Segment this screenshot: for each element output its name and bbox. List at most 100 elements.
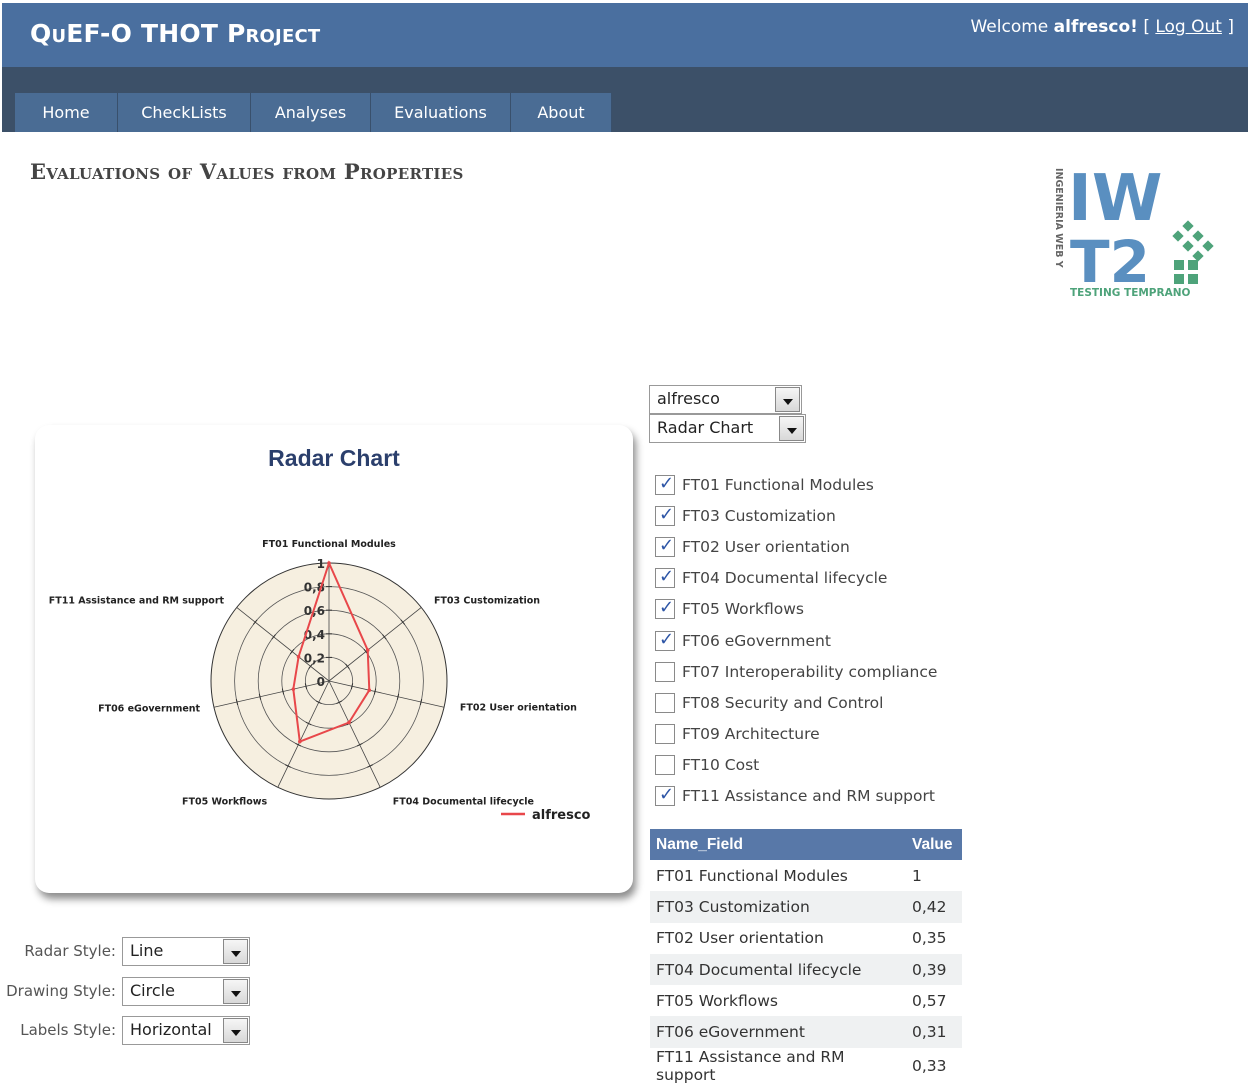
category-label: FT03 Customization [434,596,540,607]
chart-type-select[interactable]: Radar Chart [649,414,806,443]
menu-item-evaluations[interactable]: Evaluations [371,93,511,132]
table-row: FT03 Customization 0,42 [650,891,962,923]
category-label: FT05 Workflows [182,797,268,808]
table-row: FT11 Assistance and RM support 0,33 [650,1047,962,1084]
bracket-open: [ [1143,17,1150,37]
area-style-select[interactable]: Circle [122,976,250,1006]
category-label: FT02 User orientation [460,703,577,714]
series-point [347,720,351,725]
check-row[interactable]: FT07 Interoperability compliance [655,656,937,687]
series-point [296,654,301,659]
check-label: FT01 Functional Modules [682,475,874,494]
welcome-message: Welcome alfresco! [ Log Out ] [970,17,1234,37]
chevron-down-icon[interactable] [223,978,248,1004]
chevron-down-icon[interactable] [223,1017,248,1043]
radial-tick-label: 0,2 [304,651,325,665]
menu-item-about[interactable]: About [511,93,612,132]
check-row[interactable]: FT09 Architecture [655,719,937,750]
checkbox[interactable] [655,473,675,495]
logo-diamond-icon [1172,220,1214,284]
check-row[interactable]: FT10 Cost [655,750,937,781]
category-label: FT01 Functional Modules [262,539,396,550]
menu-item-checklists[interactable]: CheckLists [118,93,251,132]
category-label: FT11 Assistance and RM support [49,596,225,607]
area-style-label: Area Drawing Style: [0,982,116,1000]
check-row[interactable]: FT04 Documental lifecycle [655,563,937,594]
chevron-down-icon[interactable] [223,938,248,964]
chevron-down-icon[interactable] [779,416,804,441]
menu-bar: Home CheckLists Analyses Evaluations Abo… [2,67,1248,132]
check-label: FT10 Cost [682,756,760,775]
series-point [298,739,302,744]
field-checklist: FT01 Functional Modules FT03 Customizati… [655,469,937,812]
cell-value: 0,42 [906,891,962,923]
table-row: FT06 eGovernment 0,31 [650,1016,962,1048]
page-title: Evaluations of Values from Properties [30,159,464,184]
values-table: Name_Field Value FT01 Functional Modules… [650,829,962,1084]
checkbox[interactable] [655,661,675,682]
check-label: FT11 Assistance and RM support [682,787,935,806]
logo-top-letters: IW [1068,164,1162,236]
main-menu: Home CheckLists Analyses Evaluations Abo… [15,93,612,132]
radial-tick-label: 0 [317,675,325,689]
column-header-name[interactable]: Name_Field [650,829,906,860]
series-point [291,687,296,691]
radial-tick-label: 1 [317,557,325,571]
table-row: FT01 Functional Modules 1 [650,860,962,892]
cell-name: FT04 Documental lifecycle [650,953,906,986]
check-row[interactable]: FT11 Assistance and RM support [655,781,937,812]
cell-value: 0,39 [906,953,962,986]
welcome-prefix: Welcome [970,17,1049,37]
labels-style-select[interactable]: Horizontal [122,1015,250,1045]
cell-name: FT06 eGovernment [650,1016,906,1048]
chart-panel: Radar Chart 0 0,2 0,4 0,6 0,8 1 FT01 Functiona… [35,425,633,893]
app-title: QuEF-O THOT Project [30,19,321,48]
check-row[interactable]: FT02 User orientation [655,531,937,562]
menu-item-analyses[interactable]: Analyses [251,93,371,132]
product-select-value: alfresco [657,389,720,408]
labels-style-row: Labels Style: Horizontal [20,1015,250,1045]
column-header-value[interactable]: Value [906,829,962,860]
radar-style-row: Radar Style: Line [24,936,250,966]
checkbox[interactable] [655,597,675,620]
cell-name: FT01 Functional Modules [650,860,906,892]
check-label: FT02 User orientation [682,537,850,556]
cell-name: FT11 Assistance and RM support [650,1047,906,1084]
check-label: FT08 Security and Control [682,693,884,712]
logout-link[interactable]: Log Out [1155,17,1222,37]
radar-style-value: Line [130,940,164,960]
checkbox[interactable] [655,692,675,713]
logo-bottom-text: TESTING TEMPRANO [1070,287,1191,299]
cell-value: 0,35 [906,922,962,954]
checkbox[interactable] [655,724,675,745]
table-row: FT02 User orientation 0,35 [650,922,962,954]
product-select[interactable]: alfresco [649,385,802,414]
check-row[interactable]: FT06 eGovernment [655,625,937,656]
check-row[interactable]: FT08 Security and Control [655,687,937,718]
cell-value: 1 [906,860,962,892]
table-row: FT05 Workflows 0,57 [650,985,962,1017]
menu-item-home[interactable]: Home [15,93,118,132]
checkbox[interactable] [655,755,675,776]
series-point [365,648,370,652]
table-header-row: Name_Field Value [650,829,962,860]
chevron-down-icon[interactable] [775,387,800,412]
checkbox[interactable] [655,566,675,589]
username: alfresco! [1053,17,1138,37]
checkbox[interactable] [655,504,675,526]
check-label: FT04 Documental lifecycle [682,569,888,588]
bracket-close: ] [1227,17,1234,37]
checkbox[interactable] [655,629,675,651]
logo-bottom-letters: T2 [1070,228,1150,296]
labels-style-value: Horizontal [130,1019,212,1039]
area-style-value: Circle [130,980,175,1000]
legend-label: alfresco [532,808,591,823]
check-row[interactable]: FT03 Customization [655,500,937,531]
labels-style-label: Labels Style: [20,1021,116,1039]
radar-style-select[interactable]: Line [122,936,250,966]
checkbox[interactable] [655,784,675,807]
checkbox[interactable] [655,535,675,557]
category-label: FT06 eGovernment [98,704,200,715]
check-row[interactable]: FT05 Workflows [655,594,937,625]
check-row[interactable]: FT01 Functional Modules [655,469,937,500]
